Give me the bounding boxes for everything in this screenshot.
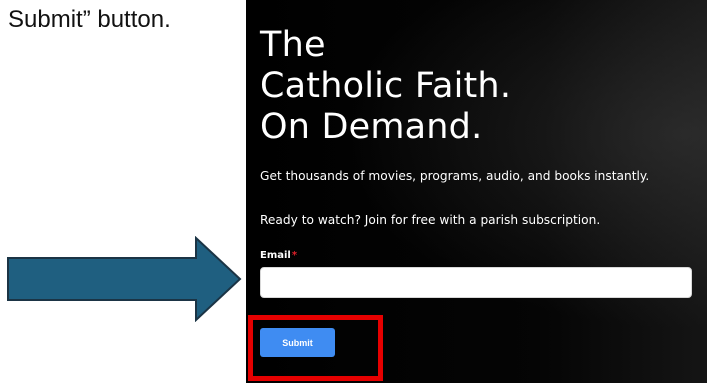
website-signup-panel: The Catholic Faith. On Demand. Get thous… (246, 0, 707, 383)
email-field[interactable] (260, 267, 692, 298)
hero-subtitle: Get thousands of movies, programs, audio… (260, 169, 650, 183)
hero-title: The Catholic Faith. On Demand. (260, 25, 511, 148)
arrow-shape (7, 236, 242, 322)
hero-title-line: On Demand. (260, 107, 483, 147)
instruction-caption: Submit” button. (8, 6, 171, 33)
hero-title-line: Catholic Faith. (260, 66, 512, 106)
hero-title-line: The (260, 25, 326, 65)
call-to-action-text: Ready to watch? Join for free with a par… (260, 213, 601, 227)
required-marker: * (291, 250, 298, 261)
submit-button[interactable]: Submit (260, 328, 335, 357)
email-label-text: Email (260, 250, 291, 261)
pointer-arrow (7, 236, 242, 322)
email-label: Email* (260, 250, 297, 261)
